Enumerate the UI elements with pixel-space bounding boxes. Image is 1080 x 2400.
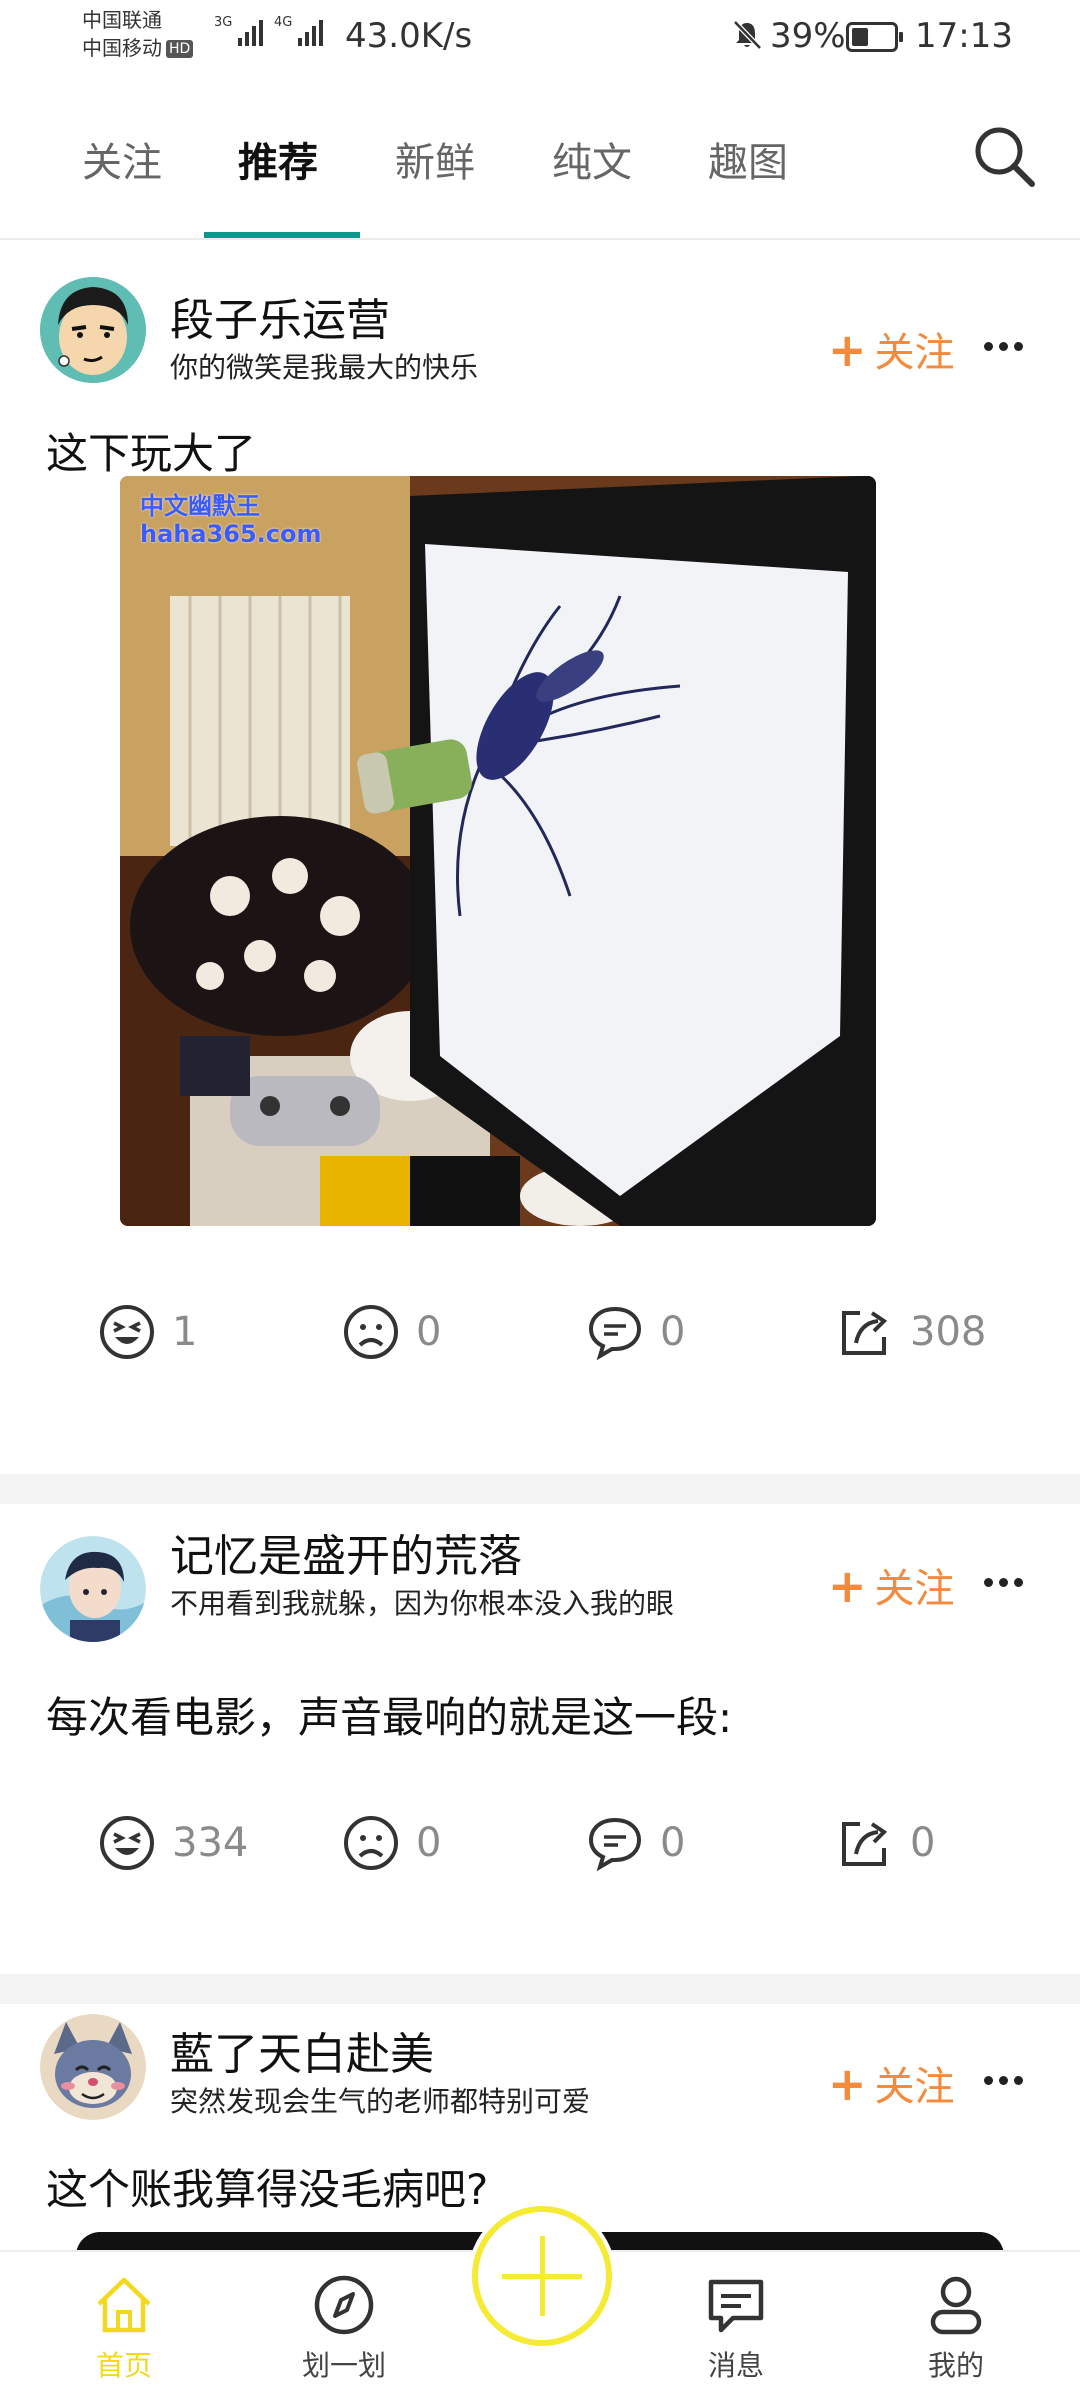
more-options-icon[interactable] — [984, 2076, 1024, 2088]
tab-follow[interactable]: 关注 — [82, 130, 162, 230]
nav-messages[interactable]: 消息 — [676, 2272, 796, 2384]
dislike-button[interactable]: 0 — [342, 1297, 441, 1367]
share-icon — [842, 1822, 888, 1866]
post-actions: 334 0 0 0 — [0, 1808, 1080, 1878]
dislike-button[interactable]: 0 — [342, 1808, 441, 1878]
feed-divider — [0, 1474, 1080, 1504]
share-icon — [842, 1311, 888, 1355]
avatar[interactable] — [40, 2014, 146, 2120]
compass-icon — [314, 2275, 374, 2335]
nav-explore[interactable]: 划一划 — [284, 2272, 404, 2384]
add-post-button[interactable] — [472, 2206, 612, 2346]
search-icon[interactable] — [970, 122, 1040, 192]
plus-icon: + — [828, 323, 867, 377]
username[interactable]: 段子乐运营 — [170, 284, 390, 348]
clock: 17:13 — [915, 16, 1013, 56]
tab-text-only[interactable]: 纯文 — [552, 130, 632, 230]
image-watermark: 中文幽默王 haha365.com — [140, 492, 322, 548]
dislike-count: 0 — [416, 1309, 442, 1355]
battery-percent: 39% — [770, 16, 846, 56]
comment-count: 0 — [660, 1309, 686, 1355]
signal-icon: 4G — [274, 16, 324, 46]
like-button[interactable]: 334 — [98, 1808, 248, 1878]
share-button[interactable]: 0 — [836, 1808, 935, 1878]
tab-recommend[interactable]: 推荐 — [238, 130, 318, 230]
follow-button[interactable]: + 关注 — [828, 1556, 955, 1614]
status-bar: 中国联通 中国移动 HD 3G 4G 43.0K/s 39% 17:13 — [0, 0, 1080, 80]
carrier-1: 中国联通 — [82, 8, 162, 32]
top-tab-bar: 关注 推荐 新鲜 纯文 趣图 — [0, 100, 1080, 240]
nav-profile[interactable]: 我的 — [896, 2272, 1016, 2384]
carrier-info: 中国联通 中国移动 HD — [82, 6, 194, 62]
user-signature: 不用看到我就躲，因为你根本没入我的眼 — [170, 1587, 675, 1620]
follow-button[interactable]: + 关注 — [828, 320, 955, 378]
like-count: 1 — [172, 1309, 198, 1355]
nav-messages-label: 消息 — [707, 2349, 764, 2382]
comment-button[interactable]: 0 — [586, 1808, 685, 1878]
mute-bell-icon — [733, 20, 762, 50]
feed-divider — [0, 1974, 1080, 2004]
post-text: 这下玩大了 — [46, 429, 257, 478]
post-image[interactable]: 中文幽默王 haha365.com — [120, 476, 876, 1226]
post-text: 每次看电影，声音最响的就是这一段: — [46, 1693, 733, 1742]
sad-face-icon — [344, 1816, 398, 1870]
carrier-2: 中国移动 — [82, 36, 162, 60]
plus-icon: + — [828, 2057, 867, 2111]
dislike-count: 0 — [416, 1820, 442, 1866]
hd-badge: HD — [166, 40, 194, 58]
nav-explore-label: 划一划 — [301, 2349, 386, 2382]
home-icon — [97, 2277, 151, 2333]
avatar[interactable] — [40, 277, 146, 383]
user-signature: 你的微笑是我最大的快乐 — [170, 351, 479, 384]
username[interactable]: 藍了天白赴美 — [170, 2018, 434, 2082]
follow-button[interactable]: + 关注 — [828, 2054, 955, 2112]
share-button[interactable]: 308 — [836, 1297, 986, 1367]
post-card: 记忆是盛开的荒落 不用看到我就躲，因为你根本没入我的眼 + 关注 每次看电影，声音… — [0, 1504, 1080, 1974]
user-signature: 突然发现会生气的老师都特别可爱 — [170, 2085, 591, 2118]
like-button[interactable]: 1 — [98, 1297, 197, 1367]
post-text: 这个账我算得没毛病吧? — [46, 2165, 489, 2214]
nav-home-label: 首页 — [95, 2349, 152, 2382]
nav-home[interactable]: 首页 — [64, 2272, 184, 2384]
battery-icon — [846, 22, 903, 52]
like-count: 334 — [172, 1820, 249, 1866]
laugh-icon — [100, 1816, 154, 1870]
user-icon — [930, 2276, 982, 2335]
username[interactable]: 记忆是盛开的荒落 — [170, 1520, 522, 1584]
sad-face-icon — [344, 1305, 398, 1359]
more-options-icon[interactable] — [984, 342, 1024, 354]
comment-icon — [588, 1817, 642, 1872]
tab-fresh[interactable]: 新鲜 — [395, 130, 475, 230]
share-count: 0 — [910, 1820, 936, 1866]
share-count: 308 — [910, 1309, 987, 1355]
comment-count: 0 — [660, 1820, 686, 1866]
more-options-icon[interactable] — [984, 1578, 1024, 1590]
comment-icon — [588, 1306, 642, 1361]
message-icon — [708, 2279, 764, 2333]
post-actions: 1 0 0 308 — [0, 1297, 1080, 1367]
signal-icon: 3G — [214, 16, 264, 46]
laugh-icon — [100, 1305, 154, 1359]
nav-profile-label: 我的 — [927, 2349, 984, 2382]
comment-button[interactable]: 0 — [586, 1297, 685, 1367]
active-tab-indicator — [204, 232, 360, 238]
plus-icon: + — [828, 1559, 867, 1613]
tab-funny-pics[interactable]: 趣图 — [708, 130, 788, 230]
network-speed: 43.0K/s — [345, 16, 473, 56]
avatar[interactable] — [40, 1536, 146, 1642]
